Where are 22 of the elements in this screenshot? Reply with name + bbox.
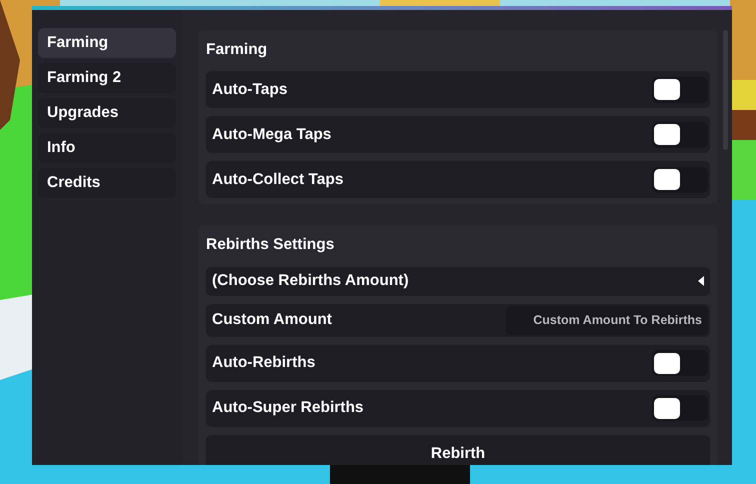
toggle-label: Auto-Rebirths — [212, 353, 316, 374]
toggle-switch[interactable] — [652, 350, 708, 376]
sidebar-tab[interactable]: Upgrades — [38, 98, 176, 128]
dropdown[interactable]: (Choose Rebirths Amount) — [206, 266, 710, 296]
caret-icon — [698, 276, 704, 286]
sidebar-tab[interactable]: Farming — [38, 28, 176, 58]
toggle-label: Auto-Collect Taps — [212, 170, 344, 190]
toggle-switch[interactable] — [652, 76, 708, 103]
input-field[interactable]: Custom Amount To Rebirths — [506, 306, 708, 334]
rebirth-button[interactable]: Rebirth — [206, 434, 710, 465]
sidebar-tab[interactable]: Credits — [38, 168, 176, 198]
toggle-switch[interactable] — [652, 122, 708, 148]
section-title: Rebirths Settings — [206, 235, 336, 256]
toggle-label: Auto-Taps — [212, 80, 288, 100]
input-label: Custom Amount — [212, 310, 332, 330]
toggle-switch[interactable] — [652, 166, 708, 193]
section-title: Farming — [206, 40, 268, 60]
toggle-switch[interactable] — [652, 395, 708, 421]
toggle-label: Auto-Mega Taps — [212, 125, 332, 146]
sidebar-tab[interactable]: Farming 2 — [38, 63, 176, 93]
toggle-label: Auto-Super Rebirths — [212, 398, 364, 418]
sidebar-tab[interactable]: Info — [38, 133, 176, 163]
